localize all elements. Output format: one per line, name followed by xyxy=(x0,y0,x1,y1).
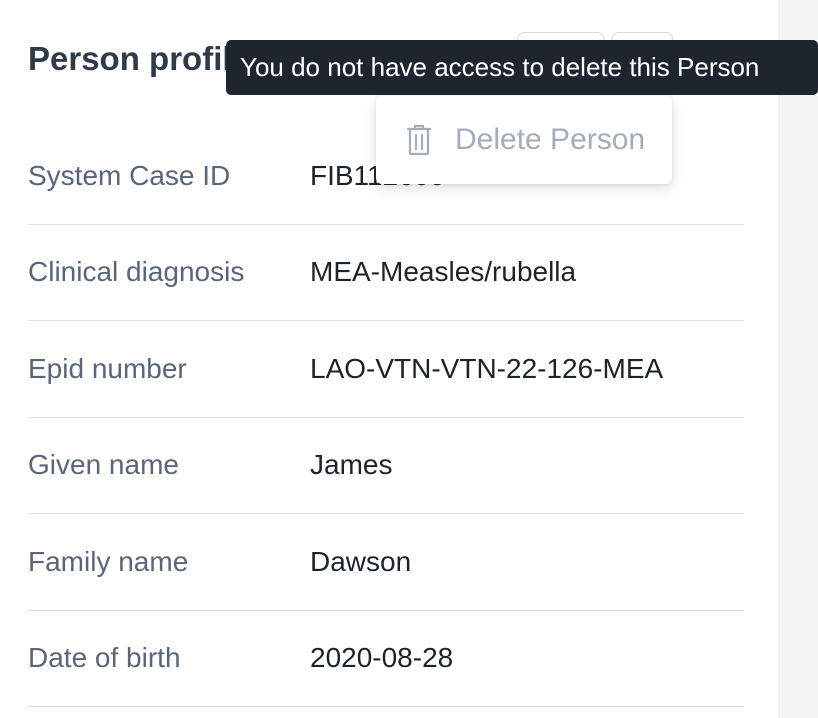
page-title: Person profile xyxy=(28,40,250,77)
field-row-clinical-diagnosis: Clinical diagnosis MEA-Measles/rubella xyxy=(28,225,744,321)
side-panel-gutter xyxy=(779,0,818,718)
field-label: Date of birth xyxy=(28,642,181,674)
profile-fields: System Case ID FIB112600 Clinical diagno… xyxy=(28,128,744,707)
trash-icon xyxy=(406,124,432,156)
field-value: LAO-VTN-VTN-22-126-MEA xyxy=(310,352,664,384)
field-label: Given name xyxy=(28,449,179,481)
field-label: Epid number xyxy=(28,352,187,384)
field-value: Dawson xyxy=(310,545,412,577)
field-row-epid-number: Epid number LAO-VTN-VTN-22-126-MEA xyxy=(28,321,744,418)
actions-dropdown-menu: Delete Person xyxy=(376,96,672,184)
field-value: James xyxy=(310,449,393,481)
field-label: Family name xyxy=(28,545,189,577)
field-label: System Case ID xyxy=(28,159,231,191)
delete-person-label: Delete Person xyxy=(455,123,646,156)
field-value: 2020-08-28 xyxy=(310,642,454,674)
field-row-given-name: Given name James xyxy=(28,418,744,514)
field-label: Clinical diagnosis xyxy=(28,256,245,288)
delete-person-menu-item[interactable]: Delete Person xyxy=(376,96,672,184)
permission-tooltip: You do not have access to delete this Pe… xyxy=(226,40,818,95)
field-row-date-of-birth: Date of birth 2020-08-28 xyxy=(28,611,744,707)
field-value: MEA-Measles/rubella xyxy=(310,256,577,288)
tooltip-text: You do not have access to delete this Pe… xyxy=(240,52,760,82)
field-row-family-name: Family name Dawson xyxy=(28,514,744,611)
